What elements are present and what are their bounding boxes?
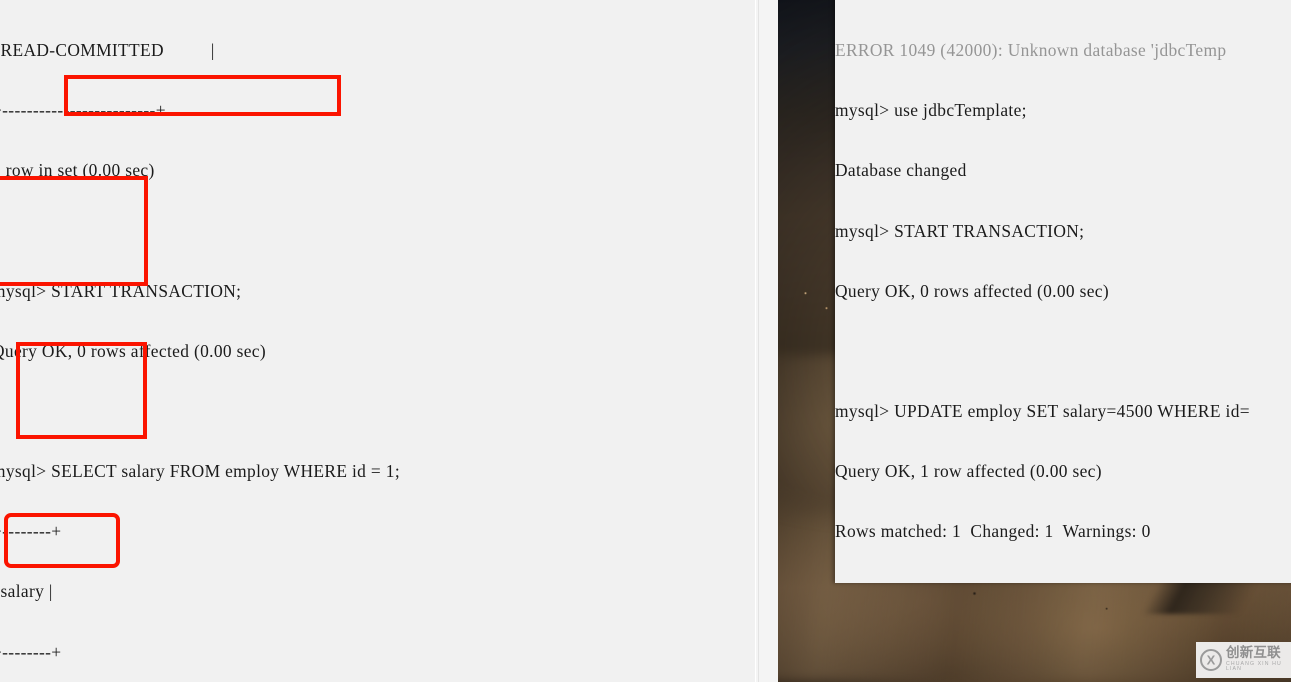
terminal-line: 1 row in set (0.00 sec) <box>0 160 155 181</box>
terminal-line: Database changed <box>835 160 967 181</box>
right-terminal-output: ERROR 1049 (42000): Unknown database 'jd… <box>835 0 1291 583</box>
terminal-line: Query OK, 0 rows affected (0.00 sec) <box>835 280 1110 301</box>
brand-logo-icon <box>1200 649 1222 671</box>
terminal-line: mysql> START TRANSACTION; <box>835 220 1085 241</box>
terminal-line: Query OK, 0 rows affected (0.00 sec) <box>0 340 267 361</box>
watermark: 创新互联 CHUANG XIN HU LIAN <box>1196 642 1291 678</box>
terminal-line: mysql> use jdbcTemplate; <box>835 100 1027 121</box>
watermark-text: 创新互联 CHUANG XIN HU LIAN <box>1226 647 1291 672</box>
terminal-line: mysql> UPDATE employ SET salary=4500 WHE… <box>835 400 1250 421</box>
terminal-line: Query OK, 1 row affected (0.00 sec) <box>835 461 1102 482</box>
pane-divider <box>755 0 778 682</box>
terminal-line: +-------------------------+ <box>0 100 166 121</box>
terminal-line: +--------+ <box>0 521 62 542</box>
terminal-line: Rows matched: 1 Changed: 1 Warnings: 0 <box>835 521 1151 542</box>
terminal-line: | READ-COMMITTED | <box>0 40 215 61</box>
screenshot-root: | READ-COMMITTED | +--------------------… <box>0 0 1291 682</box>
watermark-pinyin: CHUANG XIN HU LIAN <box>1226 661 1282 673</box>
terminal-line: +--------+ <box>0 641 62 662</box>
left-terminal-pane[interactable]: | READ-COMMITTED | +--------------------… <box>0 0 755 682</box>
terminal-line: | salary | <box>0 581 53 602</box>
terminal-line: ERROR 1049 (42000): Unknown database 'jd… <box>835 40 1227 61</box>
terminal-line: mysql> SELECT salary FROM employ WHERE i… <box>0 461 400 482</box>
terminal-line: mysql> START TRANSACTION; <box>0 280 242 301</box>
left-terminal-output: | READ-COMMITTED | +--------------------… <box>0 0 755 682</box>
right-terminal-window[interactable]: ERROR 1049 (42000): Unknown database 'jd… <box>835 0 1291 583</box>
watermark-chinese: 创新互联 <box>1226 645 1281 662</box>
